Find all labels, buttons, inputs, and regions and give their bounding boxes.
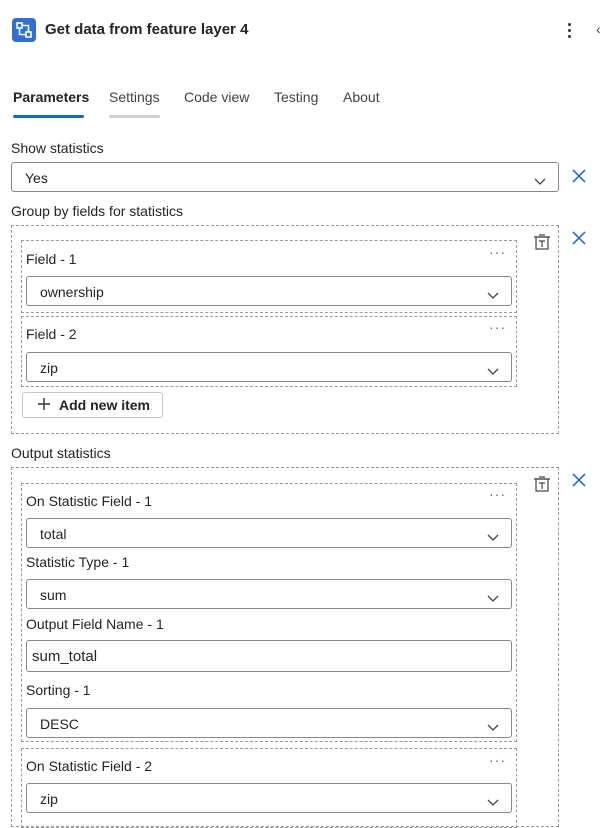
statistic-field-label: On Statistic Field - 2 (26, 758, 153, 774)
group-by-label: Group by fields for statistics (11, 203, 183, 219)
show-statistics-label: Show statistics (11, 140, 104, 156)
chevron-down-icon (487, 719, 499, 735)
dropdown-value: total (40, 526, 67, 542)
close-icon[interactable] (571, 230, 587, 246)
sorting-dropdown[interactable]: DESC (26, 708, 512, 738)
field-label: Field - 1 (26, 251, 77, 267)
input-value: sum_total (32, 648, 98, 665)
statistic-field-label: On Statistic Field - 1 (26, 493, 153, 509)
field-label: Field - 2 (26, 326, 77, 342)
output-field-name-label: Output Field Name - 1 (26, 616, 164, 632)
sorting-label: Sorting - 1 (26, 682, 91, 698)
chevron-down-icon (487, 363, 499, 379)
delete-icon[interactable] (533, 233, 551, 251)
output-statistics-label: Output statistics (11, 445, 111, 461)
delete-icon[interactable] (533, 475, 551, 493)
flow-connector-icon (12, 18, 36, 42)
tab-settings-underline (109, 115, 160, 118)
more-options-icon[interactable] (560, 19, 578, 41)
tab-testing[interactable]: Testing (274, 89, 318, 105)
output-field-name-input[interactable]: sum_total (26, 640, 512, 672)
dropdown-value: DESC (40, 716, 79, 732)
dropdown-value: zip (40, 360, 58, 376)
chevron-down-icon (487, 590, 499, 606)
close-icon[interactable] (571, 472, 587, 488)
close-icon[interactable] (571, 168, 587, 184)
tab-code-view[interactable]: Code view (184, 89, 249, 105)
more-horizontal-icon[interactable]: ··· (489, 319, 506, 335)
show-statistics-dropdown[interactable]: Yes (11, 162, 559, 192)
tab-parameters[interactable]: Parameters (13, 89, 89, 105)
statistic-type-dropdown[interactable]: sum (26, 579, 512, 609)
add-new-item-button[interactable]: Add new item (22, 392, 163, 418)
dropdown-value: sum (40, 587, 67, 603)
dropdown-value: ownership (40, 284, 104, 300)
statistic-field-dropdown[interactable]: total (26, 518, 512, 548)
more-horizontal-icon[interactable]: ··· (489, 486, 506, 502)
more-horizontal-icon[interactable]: ··· (489, 752, 506, 768)
chevron-left-icon[interactable]: ‹ (596, 21, 601, 37)
page-title: Get data from feature layer 4 (45, 21, 249, 38)
tab-active-underline (13, 115, 84, 118)
field-dropdown[interactable]: ownership (26, 276, 512, 306)
dropdown-value: Yes (25, 170, 48, 186)
more-horizontal-icon[interactable]: ··· (489, 244, 506, 260)
tab-settings[interactable]: Settings (109, 89, 160, 105)
tab-about[interactable]: About (343, 89, 380, 105)
chevron-down-icon (487, 529, 499, 545)
chevron-down-icon (487, 287, 499, 303)
add-icon (37, 397, 51, 414)
chevron-down-icon (534, 173, 546, 189)
chevron-down-icon (487, 794, 499, 810)
statistic-field-dropdown[interactable]: zip (26, 783, 512, 813)
dropdown-value: zip (40, 791, 58, 807)
field-dropdown[interactable]: zip (26, 352, 512, 382)
statistic-type-label: Statistic Type - 1 (26, 554, 130, 570)
add-new-item-label: Add new item (59, 397, 151, 413)
